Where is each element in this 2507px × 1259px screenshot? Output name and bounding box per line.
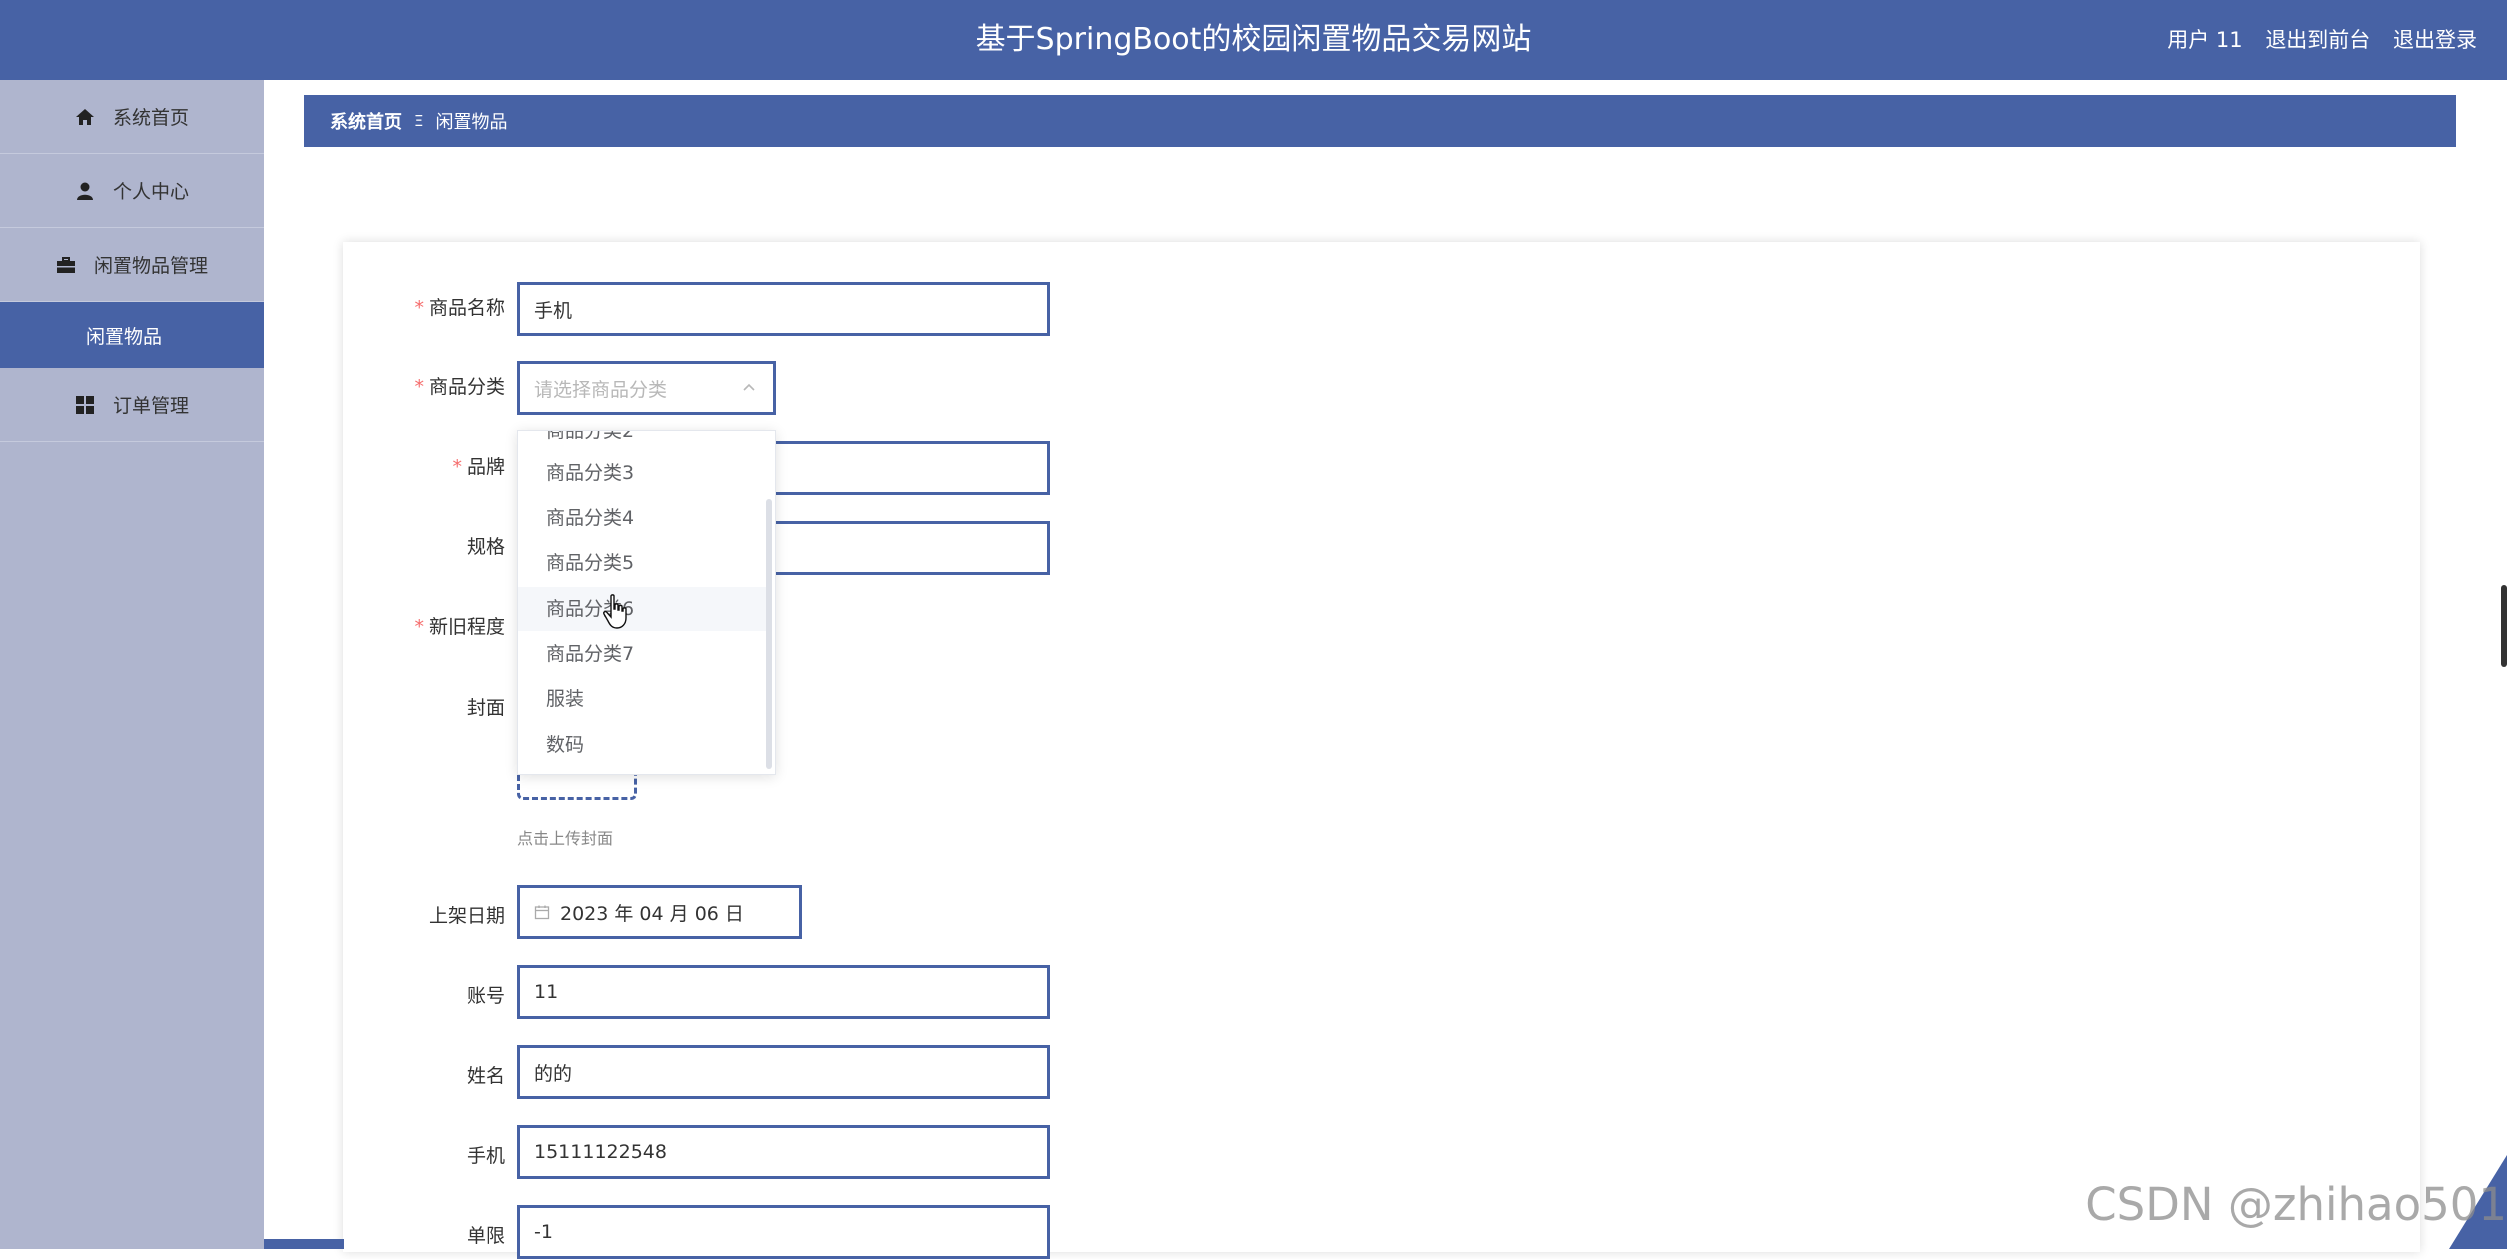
realname-label-text: 姓名 <box>466 1065 505 1087</box>
grid-icon <box>75 395 95 415</box>
listing-date-label: 上架日期 <box>343 901 505 928</box>
home-icon <box>75 107 95 127</box>
condition-label: * 新旧程度 <box>343 612 505 639</box>
category-label: * 商品分类 <box>343 372 505 399</box>
dropdown-option-hovered[interactable]: 商品分类6 <box>518 587 766 631</box>
required-mark: * <box>414 297 424 319</box>
watermark: CSDN @zhihao501 <box>2085 1178 2507 1231</box>
dropdown-scrollbar[interactable] <box>766 499 772 769</box>
sidebar-item-label: 个人中心 <box>112 181 189 203</box>
category-label-text: 商品分类 <box>428 376 505 398</box>
product-name-input[interactable]: 手机 <box>517 282 1050 336</box>
sidebar-item-home[interactable]: 系统首页 <box>0 80 264 154</box>
category-select[interactable]: 请选择商品分类 <box>517 361 776 415</box>
hand-cursor-icon <box>602 594 630 630</box>
limit-label-text: 单限 <box>466 1225 505 1247</box>
account-label-text: 账号 <box>466 985 505 1007</box>
required-mark: * <box>414 616 424 638</box>
spec-label: 规格 <box>343 532 505 559</box>
account-label: 账号 <box>343 981 505 1008</box>
dropdown-option[interactable]: 商品分类4 <box>518 496 766 540</box>
realname-input[interactable]: 的的 <box>517 1045 1050 1099</box>
product-name-label-text: 商品名称 <box>428 297 505 319</box>
sidebar-item-profile[interactable]: 个人中心 <box>0 154 264 228</box>
dropdown-option[interactable]: 商品分类5 <box>518 541 766 585</box>
dropdown-option[interactable]: 商品分类3 <box>518 451 766 495</box>
realname-value: 的的 <box>534 1062 573 1085</box>
dropdown-option[interactable]: 商品分类2 <box>518 431 766 453</box>
phone-value: 15111122548 <box>534 1141 667 1163</box>
listing-date-picker[interactable]: 2023 年 04 月 06 日 <box>517 885 802 939</box>
sidebar: 系统首页 个人中心 闲置物品管理 闲置物品 订单管理 <box>0 80 264 1249</box>
product-name-value: 手机 <box>534 299 573 322</box>
dropdown-option[interactable]: 数码 <box>518 723 766 767</box>
phone-label-text: 手机 <box>466 1145 505 1167</box>
cover-upload-hint: 点击上传封面 <box>517 829 614 848</box>
sidebar-item-label: 闲置物品管理 <box>93 255 208 277</box>
sidebar-item-label: 闲置物品 <box>86 325 163 348</box>
listing-date-value: 2023 年 04 月 06 日 <box>560 902 744 925</box>
exit-to-front-link[interactable]: 退出到前台 <box>2265 28 2370 52</box>
top-header: 基于SpringBoot的校园闲置物品交易网站 用户 11 退出到前台 退出登录 <box>0 0 2507 80</box>
spec-label-text: 规格 <box>466 536 505 558</box>
category-placeholder: 请选择商品分类 <box>534 378 668 401</box>
product-name-label: * 商品名称 <box>343 293 505 320</box>
category-dropdown: 商品分类2 商品分类3 商品分类4 商品分类5 商品分类6 商品分类7 服装 数… <box>517 430 776 775</box>
phone-label: 手机 <box>343 1141 505 1168</box>
user-icon <box>75 181 95 201</box>
dropdown-option[interactable]: 商品分类7 <box>518 632 766 676</box>
page-scrollbar[interactable] <box>2501 585 2507 667</box>
logout-link[interactable]: 退出登录 <box>2393 28 2477 52</box>
sidebar-item-label: 订单管理 <box>112 395 189 417</box>
listing-date-label-text: 上架日期 <box>428 905 505 927</box>
chevron-up-icon <box>741 378 757 400</box>
breadcrumb-separator: Ξ <box>414 112 424 130</box>
limit-input[interactable]: -1 <box>517 1205 1050 1259</box>
bottom-accent <box>264 1239 344 1249</box>
limit-value: -1 <box>534 1221 553 1243</box>
required-mark: * <box>414 376 424 398</box>
sidebar-item-label: 系统首页 <box>112 107 189 129</box>
calendar-icon <box>534 904 550 920</box>
breadcrumb-home[interactable]: 系统首页 <box>330 108 402 134</box>
required-mark: * <box>452 456 462 478</box>
account-value: 11 <box>534 981 559 1003</box>
sidebar-item-idle-goods-management[interactable]: 闲置物品管理 <box>0 228 264 302</box>
phone-input[interactable]: 15111122548 <box>517 1125 1050 1179</box>
breadcrumb-current: 闲置物品 <box>435 112 508 133</box>
brand-label-text: 品牌 <box>466 456 505 478</box>
cover-label-text: 封面 <box>466 697 505 719</box>
cover-label: 封面 <box>343 693 505 720</box>
sidebar-item-order-management[interactable]: 订单管理 <box>0 368 264 442</box>
sidebar-subitem-idle-goods[interactable]: 闲置物品 <box>0 302 264 368</box>
briefcase-icon <box>56 255 76 275</box>
condition-label-text: 新旧程度 <box>428 616 505 638</box>
limit-label: 单限 <box>343 1221 505 1248</box>
site-title: 基于SpringBoot的校园闲置物品交易网站 <box>975 22 1532 57</box>
brand-label: * 品牌 <box>343 452 505 479</box>
breadcrumb: 系统首页 Ξ 闲置物品 <box>304 95 2456 147</box>
realname-label: 姓名 <box>343 1061 505 1088</box>
current-user: 用户 11 <box>2167 28 2243 52</box>
account-input[interactable]: 11 <box>517 965 1050 1019</box>
dropdown-option[interactable]: 服装 <box>518 677 766 721</box>
header-actions: 用户 11 退出到前台 退出登录 <box>2151 0 2477 80</box>
